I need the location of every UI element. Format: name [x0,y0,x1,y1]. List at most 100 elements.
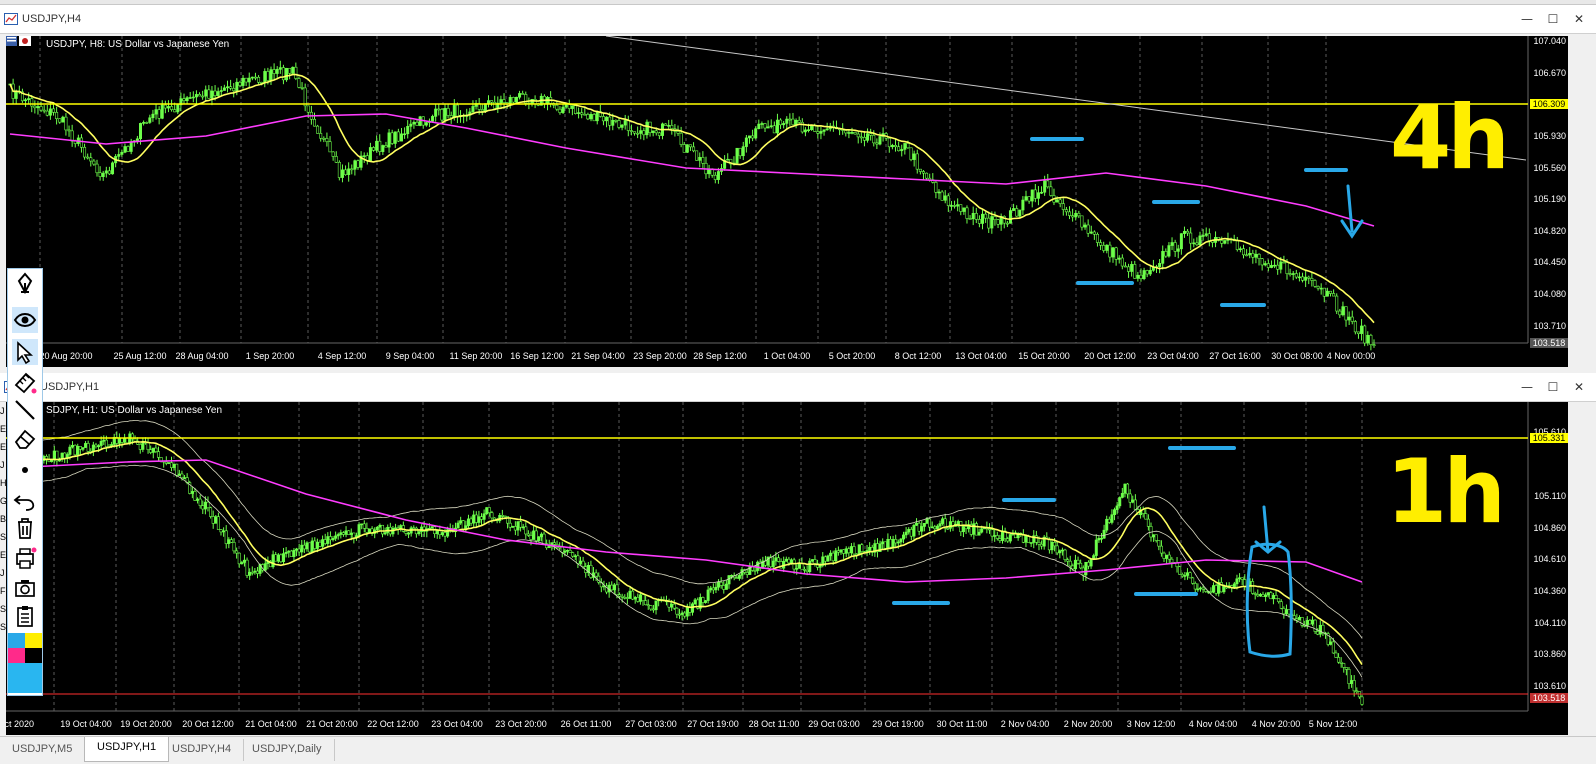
candle-body [33,105,37,109]
candle-body [722,585,726,590]
candle-body [1201,235,1205,237]
price-chart[interactable]: SDJPY, H1: US Dollar vs Japanese Yen 105… [6,402,1568,735]
candle-body [571,552,575,557]
trash-icon[interactable] [12,515,38,541]
cursor-arrow-icon[interactable] [12,339,38,365]
drawing-toolbar[interactable] [7,268,43,696]
window-title-bar[interactable]: USDJPY,H4 — ☐ ✕ [0,5,1596,34]
minimize-icon[interactable]: — [1520,380,1534,394]
candle-body [711,587,715,591]
eye-icon[interactable] [12,307,38,333]
eraser-icon[interactable] [12,425,38,451]
price-tick-label: 104.360 [1533,586,1566,596]
candle-body [117,437,121,444]
candle-body [227,539,231,544]
time-axis[interactable]: 202020 Aug 20:0025 Aug 12:0028 Aug 04:00… [6,345,1528,367]
candle-body [904,531,908,536]
candle-body [899,538,903,543]
candle-body [1133,264,1137,279]
candle-body [412,121,416,125]
candle-body [440,109,444,121]
candle-body [73,444,77,456]
chart-tab-usdjpy-h4[interactable]: USDJPY,H4 [160,739,245,761]
candle-body [1080,215,1084,228]
color-swatch-magenta[interactable] [8,648,25,663]
maximize-icon[interactable]: ☐ [1546,12,1560,26]
candle-body [906,143,910,149]
candle-body [928,518,932,528]
candle-body [747,135,751,139]
candle-body [1167,245,1171,257]
candle-body [850,132,854,134]
candle-body [104,439,108,448]
color-swatch-cyan[interactable] [8,663,42,693]
line-tool-icon[interactable] [12,397,38,423]
candle-body [1012,208,1016,211]
pen-icon[interactable] [12,271,38,297]
candle-body [1322,287,1326,297]
window-title-bar[interactable]: USDJPY,H1 — ☐ ✕ [0,373,1596,402]
chart-canvas[interactable] [6,402,1568,735]
candle-body [949,205,953,207]
candle-body [71,444,75,448]
candle-body [331,151,335,157]
color-swatch-black[interactable] [25,648,42,663]
candle-body [240,562,244,565]
candle-body [203,501,207,510]
left-edge-char: G [0,496,8,506]
candle-body [782,123,786,126]
candle-body [915,153,919,170]
candle-body [229,86,233,89]
candle-body [560,546,564,553]
candle-body [886,538,890,549]
ruler-icon[interactable] [12,369,38,395]
candle-body [685,607,689,617]
candle-body [157,109,161,119]
color-swatch-blue[interactable] [8,633,25,648]
candle-body [107,170,111,175]
chart-tab-usdjpy-m5[interactable]: USDJPY,M5 [0,739,86,761]
candle-body [81,447,85,450]
maximize-icon[interactable]: ☐ [1546,380,1560,394]
price-chart[interactable]: USDJPY, H8: US Dollar vs Japanese Yen 10… [6,36,1568,367]
candle-body [151,447,155,453]
undo-icon[interactable] [12,487,38,513]
candle-body [490,100,494,103]
candle-body [1222,585,1226,593]
candle-body [1366,334,1370,344]
candle-body [1107,518,1111,523]
close-icon[interactable]: ✕ [1572,380,1586,394]
time-axis[interactable]: 6 Oct 2020 19 Oct 04:00 19 Oct 20:00 20 Oct… [6,713,1528,735]
candle-body [1128,493,1132,503]
color-swatches[interactable] [8,633,42,693]
clipboard-icon[interactable] [12,603,38,629]
time-tick-label: 29 Oct 03:00 [808,719,860,729]
candle-body [135,138,139,141]
time-tick-label: 13 Oct 04:00 [955,351,1007,361]
candle-body [834,550,838,562]
candle-body [962,207,966,212]
candle-body [1294,273,1298,278]
chart-canvas[interactable] [6,36,1568,367]
candle-body [514,96,518,103]
chart-tab-usdjpy-h1[interactable]: USDJPY,H1 [84,737,170,762]
price-axis[interactable]: 105.610 105.110 104.860 104.610 104.360 104.1… [1528,402,1568,711]
chart-window-h1[interactable]: USDJPY,H1 — ☐ ✕ SDJPY, H1: US Dollar vs … [0,373,1596,735]
camera-icon[interactable] [12,575,38,601]
candle-body [1084,561,1088,576]
price-axis[interactable]: 107.040 106.670 105.930 105.560 105.190 104.8… [1528,36,1568,348]
candle-body [941,518,945,524]
color-swatch-yellow[interactable] [25,633,42,648]
candle-body [797,119,801,123]
dot-icon[interactable] [12,457,38,483]
close-icon[interactable]: ✕ [1572,12,1586,26]
candle-body [940,191,944,201]
chart-tab-usdjpy-daily[interactable]: USDJPY,Daily [240,739,335,761]
minimize-icon[interactable]: — [1520,12,1534,26]
candle-body [244,77,248,83]
printer-icon[interactable] [12,545,38,571]
chart-window-h4[interactable]: USDJPY,H4 — ☐ ✕ USDJPY, H8: US Dollar vs… [0,5,1596,367]
candle-body [1344,667,1348,670]
candle-body [486,100,490,104]
candle-body [414,527,418,535]
